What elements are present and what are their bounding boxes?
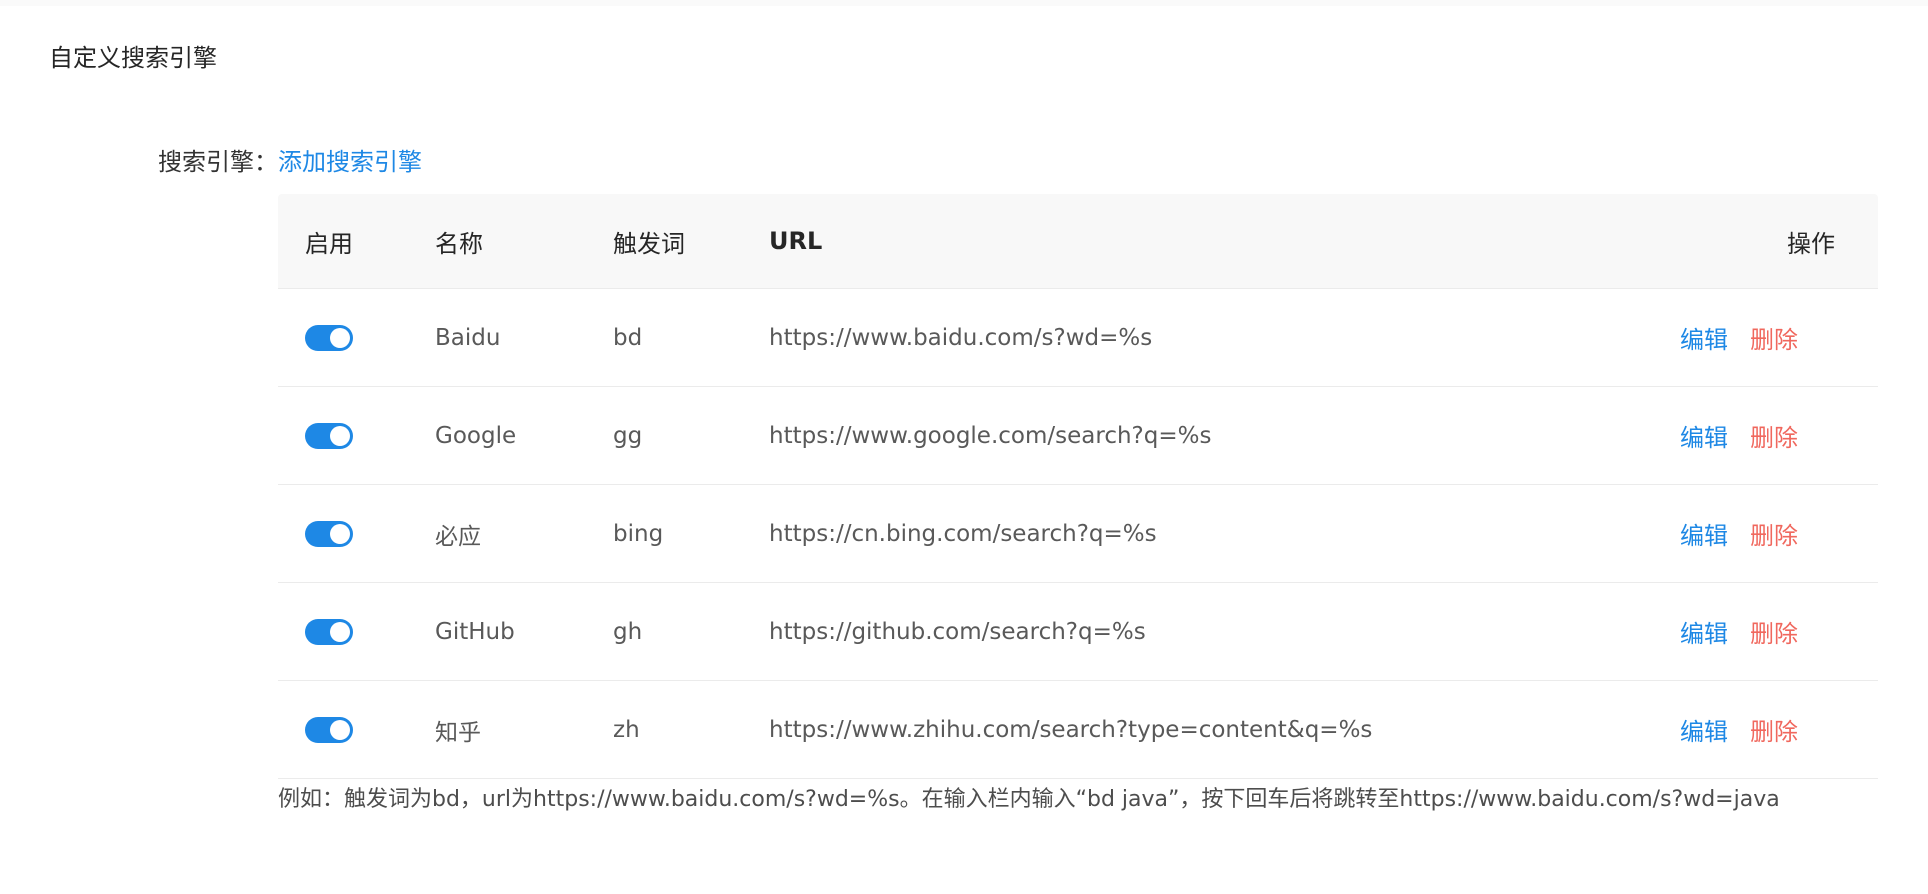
header-trigger: 触发词: [613, 229, 685, 258]
engine-name: GitHub: [435, 618, 515, 645]
example-hint: 例如：触发词为bd，url为https://www.baidu.com/s?wd…: [278, 787, 1780, 812]
table-row: 必应 bing https://cn.bing.com/search?q=%s …: [278, 485, 1878, 583]
header-enable: 启用: [305, 229, 353, 258]
header-url: URL: [769, 227, 823, 255]
engine-url: https://www.google.com/search?q=%s: [769, 422, 1212, 449]
delete-link[interactable]: 删除: [1750, 424, 1798, 452]
engine-trigger: bd: [613, 324, 643, 351]
engine-name: 必应: [435, 523, 481, 550]
engine-url: https://www.zhihu.com/search?type=conten…: [769, 716, 1373, 743]
settings-page: 自定义搜索引擎 搜索引擎：添加搜索引擎 启用 名称 触发词 URL 操作 Bai…: [0, 0, 1928, 894]
edit-link[interactable]: 编辑: [1680, 424, 1728, 452]
edit-link[interactable]: 编辑: [1680, 522, 1728, 550]
delete-link[interactable]: 删除: [1750, 718, 1798, 746]
row-actions: 编辑 删除: [1619, 320, 1878, 355]
row-actions: 编辑 删除: [1619, 712, 1878, 747]
enable-toggle[interactable]: [305, 422, 353, 449]
edit-link[interactable]: 编辑: [1680, 718, 1728, 746]
engine-trigger: gh: [613, 618, 643, 645]
edit-link[interactable]: 编辑: [1680, 620, 1728, 648]
toggle-knob: [330, 425, 350, 446]
search-engine-field: 搜索引擎：添加搜索引擎: [158, 146, 422, 178]
header-ops: 操作: [1787, 229, 1835, 258]
table-header: 启用 名称 触发词 URL 操作: [278, 194, 1878, 289]
row-actions: 编辑 删除: [1619, 614, 1878, 649]
engine-name: Baidu: [435, 324, 501, 351]
engine-trigger: gg: [613, 422, 643, 449]
delete-link[interactable]: 删除: [1750, 326, 1798, 354]
table-row: GitHub gh https://github.com/search?q=%s…: [278, 583, 1878, 681]
section-title: 自定义搜索引擎: [49, 44, 217, 72]
table-row: Google gg https://www.google.com/search?…: [278, 387, 1878, 485]
toggle-knob: [330, 523, 350, 544]
enable-toggle[interactable]: [305, 618, 353, 645]
header-name: 名称: [435, 229, 483, 258]
enable-toggle[interactable]: [305, 520, 353, 547]
delete-link[interactable]: 删除: [1750, 522, 1798, 550]
top-divider: [0, 0, 1928, 6]
engine-url: https://www.baidu.com/s?wd=%s: [769, 324, 1153, 351]
row-actions: 编辑 删除: [1619, 418, 1878, 453]
toggle-knob: [330, 719, 350, 740]
row-actions: 编辑 删除: [1619, 516, 1878, 551]
search-engine-label: 搜索引擎：: [158, 148, 278, 176]
toggle-knob: [330, 621, 350, 642]
engine-trigger: bing: [613, 520, 664, 547]
add-search-engine-link[interactable]: 添加搜索引擎: [278, 148, 422, 176]
delete-link[interactable]: 删除: [1750, 620, 1798, 648]
search-engine-table: 启用 名称 触发词 URL 操作 Baidu bd https://www.ba…: [278, 194, 1878, 779]
engine-name: 知乎: [435, 719, 481, 746]
engine-trigger: zh: [613, 716, 640, 743]
table-row: Baidu bd https://www.baidu.com/s?wd=%s 编…: [278, 289, 1878, 387]
enable-toggle[interactable]: [305, 716, 353, 743]
toggle-knob: [330, 327, 350, 348]
table-row: 知乎 zh https://www.zhihu.com/search?type=…: [278, 681, 1878, 779]
engine-url: https://github.com/search?q=%s: [769, 618, 1146, 645]
engine-name: Google: [435, 422, 517, 449]
engine-url: https://cn.bing.com/search?q=%s: [769, 520, 1157, 547]
enable-toggle[interactable]: [305, 324, 353, 351]
edit-link[interactable]: 编辑: [1680, 326, 1728, 354]
